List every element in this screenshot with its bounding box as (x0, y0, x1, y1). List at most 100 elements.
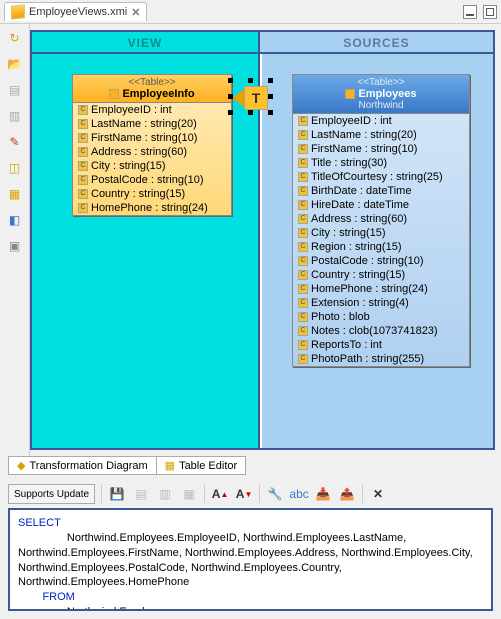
column-row[interactable]: CHomePhone : string(24) (73, 201, 231, 215)
column-label: PostalCode : string(10) (91, 174, 204, 186)
table-employeeinfo[interactable]: <<Table>> EmployeeInfo CEmployeeID : int… (72, 74, 232, 216)
column-row[interactable]: CExtension : string(4) (293, 296, 469, 310)
editor-bottom-tabs: ◆ Transformation Diagram ▦ Table Editor (8, 456, 246, 475)
column-row[interactable]: CPhotoPath : string(255) (293, 352, 469, 366)
column-icon: C (78, 105, 88, 115)
column-icon: C (78, 189, 88, 199)
tool-icon-5[interactable]: ▦ (7, 186, 23, 202)
column-row[interactable]: CLastName : string(20) (73, 117, 231, 131)
column-row[interactable]: CReportsTo : int (293, 338, 469, 352)
column-row[interactable]: CPhoto : blob (293, 310, 469, 324)
column-label: TitleOfCourtesy : string(25) (311, 171, 443, 183)
refresh-icon[interactable]: ↻ (7, 30, 23, 46)
column-label: ReportsTo : int (311, 339, 382, 351)
column-row[interactable]: CAddress : string(60) (73, 145, 231, 159)
transformation-arrow[interactable]: T (232, 82, 276, 114)
diagram-canvas: VIEW SOURCES <<Table>> EmployeeInfo CEmp… (30, 30, 495, 450)
column-label: LastName : string(20) (91, 118, 197, 130)
column-label: Region : string(15) (311, 241, 402, 253)
sources-column-header: SOURCES (260, 32, 493, 54)
column-icon: C (298, 214, 308, 224)
column-icon: C (298, 186, 308, 196)
table-icon (109, 89, 119, 99)
column-icon: C (298, 256, 308, 266)
column-icon: C (298, 298, 308, 308)
sources-pane[interactable]: T <<Table>> Employees Northwind CEmploye… (262, 54, 493, 448)
tab-label: Table Editor (179, 460, 237, 472)
column-label: PostalCode : string(10) (311, 255, 424, 267)
sql-keyword-select: SELECT (18, 517, 61, 529)
column-label: EmployeeID : int (311, 115, 392, 127)
tool-icon-3[interactable]: ✎ (7, 134, 23, 150)
column-row[interactable]: CBirthDate : dateTime (293, 184, 469, 198)
column-row[interactable]: CFirstName : string(10) (293, 142, 469, 156)
sql-editor[interactable]: SELECT Northwind.Employees.EmployeeID, N… (8, 508, 493, 611)
column-row[interactable]: CCity : string(15) (293, 226, 469, 240)
table-editor-icon: ▦ (165, 459, 175, 472)
column-row[interactable]: CFirstName : string(10) (73, 131, 231, 145)
close-icon[interactable]: ✕ (369, 485, 387, 503)
column-label: FirstName : string(10) (311, 143, 417, 155)
supports-update-button[interactable]: Supports Update (8, 484, 95, 504)
sql-import-icon[interactable]: 📥 (314, 485, 332, 503)
editor-tab-label: EmployeeViews.xmi (29, 6, 127, 18)
view-column-header: VIEW (32, 32, 260, 54)
column-row[interactable]: CTitle : string(30) (293, 156, 469, 170)
column-row[interactable]: CCountry : string(15) (293, 268, 469, 282)
column-row[interactable]: CAddress : string(60) (293, 212, 469, 226)
column-row[interactable]: CPostalCode : string(10) (293, 254, 469, 268)
sql-tool-icon[interactable]: ▦ (180, 485, 198, 503)
tool-icon-1[interactable]: ▤ (7, 82, 23, 98)
column-icon: C (298, 326, 308, 336)
tool-icon-4[interactable]: ◫ (7, 160, 23, 176)
close-tab-icon[interactable]: ✕ (131, 6, 140, 19)
sql-tool-icon[interactable]: 🔧 (266, 485, 284, 503)
column-row[interactable]: CRegion : string(15) (293, 240, 469, 254)
sql-tool-icon[interactable]: abc (290, 485, 308, 503)
column-row[interactable]: CHomePhone : string(24) (293, 282, 469, 296)
column-icon: C (78, 161, 88, 171)
sql-tool-icon[interactable]: ▥ (156, 485, 174, 503)
sql-tool-icon[interactable]: ▤ (132, 485, 150, 503)
column-label: Extension : string(4) (311, 297, 409, 309)
editor-tab[interactable]: EmployeeViews.xmi ✕ (4, 2, 147, 21)
tool-icon-6[interactable]: ◧ (7, 212, 23, 228)
sql-save-icon[interactable]: 💾 (108, 485, 126, 503)
column-icon: C (78, 147, 88, 157)
titlebar: EmployeeViews.xmi ✕ (0, 0, 501, 24)
column-row[interactable]: CPostalCode : string(10) (73, 173, 231, 187)
tab-table-editor[interactable]: ▦ Table Editor (157, 456, 247, 475)
column-icon: C (298, 130, 308, 140)
column-row[interactable]: CHireDate : dateTime (293, 198, 469, 212)
column-row[interactable]: CCountry : string(15) (73, 187, 231, 201)
sql-export-icon[interactable]: 📤 (338, 485, 356, 503)
table-icon (345, 89, 355, 99)
column-row[interactable]: CEmployeeID : int (293, 114, 469, 128)
font-increase-icon[interactable]: A▲ (211, 485, 229, 503)
column-icon: C (298, 228, 308, 238)
table-employees[interactable]: <<Table>> Employees Northwind CEmployeeI… (292, 74, 470, 367)
view-pane[interactable]: <<Table>> EmployeeInfo CEmployeeID : int… (32, 54, 260, 448)
column-row[interactable]: CNotes : clob(1073741823) (293, 324, 469, 338)
column-row[interactable]: CLastName : string(20) (293, 128, 469, 142)
table-name: Employees (358, 88, 416, 100)
tool-icon-2[interactable]: ▥ (7, 108, 23, 124)
maximize-icon[interactable] (483, 5, 497, 19)
column-icon: C (298, 116, 308, 126)
column-row[interactable]: CTitleOfCourtesy : string(25) (293, 170, 469, 184)
tool-icon-7[interactable]: ▣ (7, 238, 23, 254)
open-folder-icon[interactable]: 📂 (7, 56, 23, 72)
sql-select-body: Northwind.Employees.EmployeeID, Northwin… (18, 532, 476, 589)
column-icon: C (298, 340, 308, 350)
column-label: Photo : blob (311, 311, 370, 323)
column-row[interactable]: CCity : string(15) (73, 159, 231, 173)
column-label: Title : string(30) (311, 157, 387, 169)
column-label: LastName : string(20) (311, 129, 417, 141)
column-label: Country : string(15) (311, 269, 405, 281)
diagram-icon: ◆ (17, 459, 25, 472)
minimize-icon[interactable] (463, 5, 477, 19)
editor-window: EmployeeViews.xmi ✕ ↻ 📂 ▤ ▥ ✎ ◫ ▦ ◧ ▣ VI… (0, 0, 501, 619)
column-row[interactable]: CEmployeeID : int (73, 103, 231, 117)
tab-transformation-diagram[interactable]: ◆ Transformation Diagram (8, 456, 157, 475)
font-decrease-icon[interactable]: A▼ (235, 485, 253, 503)
